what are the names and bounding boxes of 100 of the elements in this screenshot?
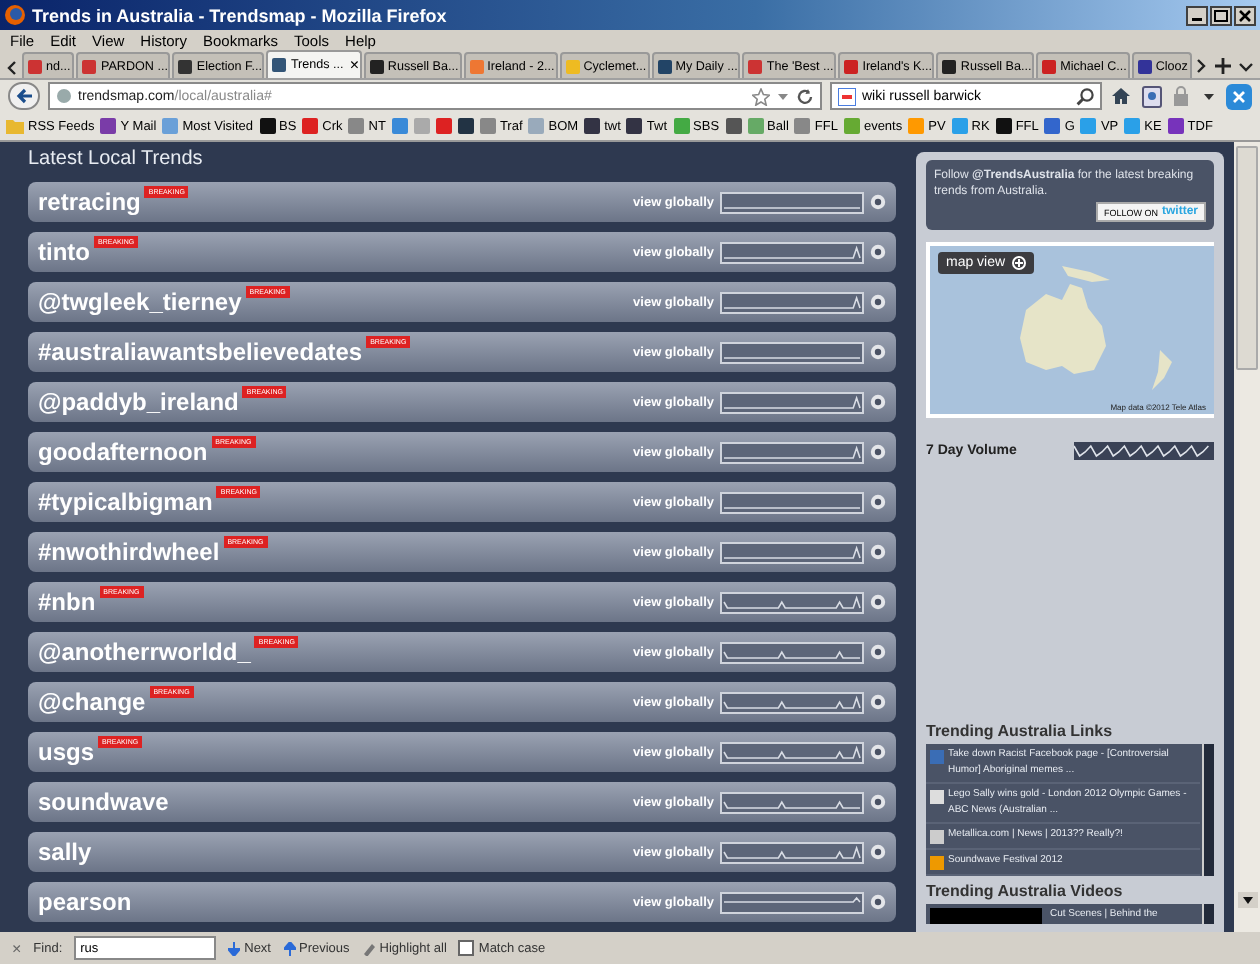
site-icon <box>747 118 764 134</box>
site-icon <box>100 118 117 134</box>
scroll-down-icon[interactable] <box>1237 892 1257 908</box>
search-engine-icon <box>838 87 856 105</box>
plus-circle-icon <box>1011 256 1026 271</box>
circle-button-icon[interactable] <box>870 494 886 510</box>
site-icon <box>369 59 384 73</box>
sparkline <box>720 491 864 513</box>
site-icon <box>844 59 859 73</box>
sparkline <box>720 191 864 213</box>
maximize-icon[interactable] <box>1210 5 1232 25</box>
site-icon <box>843 118 860 134</box>
site-icon <box>1137 59 1152 73</box>
site-icon <box>626 118 643 134</box>
sparkline <box>720 591 864 613</box>
section-heading: Trending Australia Videos <box>926 882 1125 900</box>
site-icon <box>479 118 496 134</box>
site-icon <box>82 59 97 73</box>
site-icon <box>259 118 275 134</box>
sparkline <box>720 541 864 563</box>
star-icon[interactable] <box>752 87 770 105</box>
arrow-left-icon <box>15 88 33 104</box>
bookmark-icon[interactable] <box>725 118 742 134</box>
circle-button-icon[interactable] <box>870 844 886 860</box>
sparkline <box>720 341 864 363</box>
circle-button-icon[interactable] <box>870 294 886 310</box>
site-icon <box>162 118 179 134</box>
circle-button-icon[interactable] <box>870 694 886 710</box>
sparkline <box>720 391 864 413</box>
circle-button-icon[interactable] <box>870 444 886 460</box>
browser-logo-icon <box>4 4 26 26</box>
site-icon <box>272 58 287 72</box>
sparkline <box>720 441 864 463</box>
site-icon <box>1042 59 1057 73</box>
section-heading: Trending Australia Links <box>926 722 1115 740</box>
trend-name[interactable]: usgs <box>38 738 95 766</box>
site-icon <box>673 118 690 134</box>
sparkline <box>720 891 864 913</box>
site-icon <box>28 59 42 73</box>
video-thumbnail[interactable] <box>930 908 1042 924</box>
reload-icon[interactable] <box>796 87 814 105</box>
site-icon <box>942 59 957 73</box>
back-button[interactable] <box>8 82 40 110</box>
site-icon <box>348 118 365 134</box>
home-icon[interactable] <box>1110 86 1132 106</box>
tab-close-button[interactable]: × <box>349 56 359 74</box>
scrollbar[interactable] <box>1202 904 1214 924</box>
scrollbar[interactable] <box>1202 744 1214 876</box>
volume-sparkline <box>1074 442 1214 461</box>
close-find-button[interactable]: × <box>12 939 22 957</box>
close-icon[interactable] <box>1234 5 1256 25</box>
site-icon <box>584 118 601 134</box>
site-icon <box>178 59 193 73</box>
site-icon <box>930 750 944 764</box>
circle-button-icon[interactable] <box>870 594 886 610</box>
circle-button-icon[interactable] <box>870 394 886 410</box>
chevron-left-icon[interactable] <box>4 58 20 78</box>
plus-icon[interactable] <box>1214 56 1233 76</box>
site-icon <box>1080 118 1097 134</box>
section-heading: Latest Local Trends <box>28 146 205 174</box>
site-icon <box>995 118 1012 134</box>
page-scrollbar[interactable] <box>1234 142 1260 932</box>
site-icon <box>469 59 484 73</box>
sparkline <box>720 241 864 263</box>
site-icon <box>930 790 944 804</box>
site-icon <box>1124 118 1141 134</box>
download-icon[interactable] <box>1142 85 1162 107</box>
site-icon <box>794 118 811 134</box>
circle-button-icon[interactable] <box>870 744 886 760</box>
search-icon[interactable] <box>1076 87 1094 105</box>
sparkline <box>720 291 864 313</box>
globe-icon <box>56 88 72 104</box>
sparkline <box>720 741 864 763</box>
match-case-checkbox[interactable] <box>458 940 475 956</box>
minimize-icon[interactable] <box>1186 5 1208 25</box>
sparkline <box>720 691 864 713</box>
site-icon <box>1044 118 1061 134</box>
site-icon <box>565 59 580 73</box>
site-icon <box>302 118 319 134</box>
arrow-down-icon <box>228 941 241 955</box>
circle-button-icon[interactable] <box>870 544 886 560</box>
highlighter-icon <box>361 941 376 955</box>
folder-icon <box>6 118 24 134</box>
sparkline <box>720 841 864 863</box>
circle-button-icon[interactable] <box>870 794 886 810</box>
circle-button-icon[interactable] <box>870 194 886 210</box>
sparkline <box>720 641 864 663</box>
circle-button-icon[interactable] <box>870 894 886 910</box>
site-icon <box>951 118 968 134</box>
site-icon <box>528 118 545 134</box>
site-icon <box>657 59 672 73</box>
site-icon <box>748 59 763 73</box>
scrollbar-thumb[interactable] <box>1236 146 1258 370</box>
arrow-up-icon <box>283 941 295 955</box>
chevron-right-icon[interactable] <box>1194 56 1209 76</box>
circle-button-icon[interactable] <box>870 644 886 660</box>
circle-button-icon[interactable] <box>870 344 886 360</box>
circle-button-icon[interactable] <box>870 244 886 260</box>
site-icon <box>1167 118 1184 134</box>
sparkline <box>720 791 864 813</box>
